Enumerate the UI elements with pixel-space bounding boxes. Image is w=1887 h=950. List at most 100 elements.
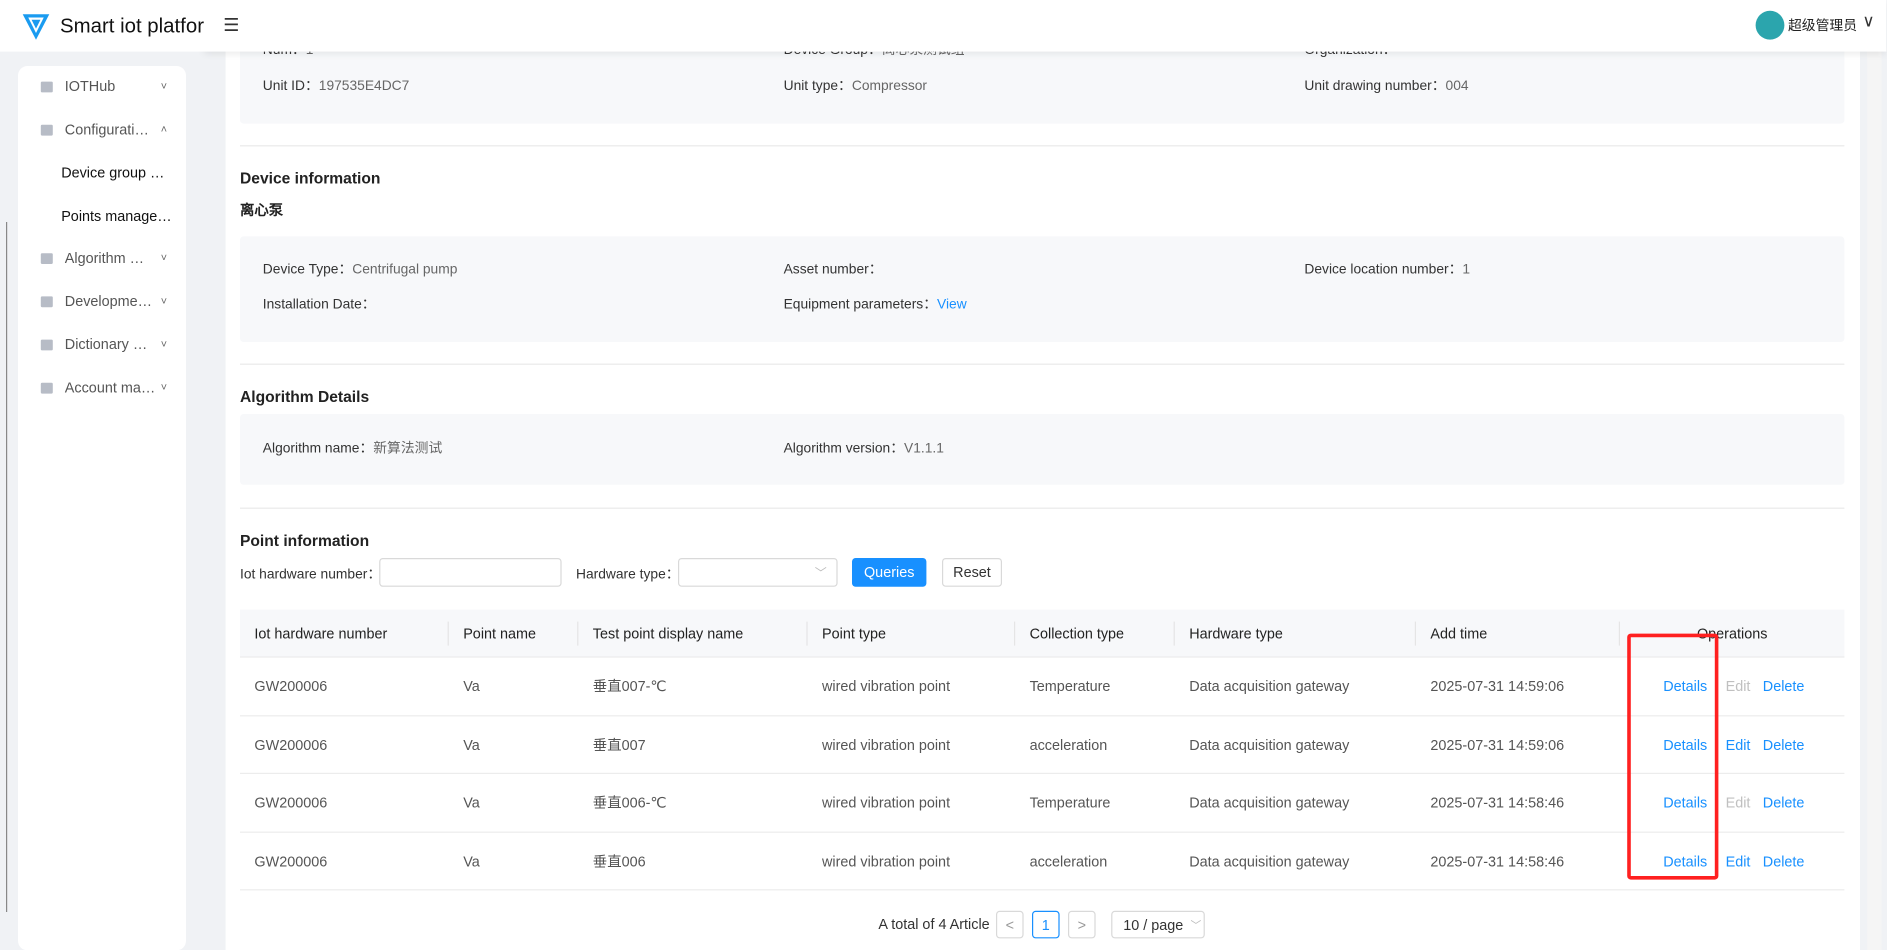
sidebar-item-account[interactable]: Account management ˅ bbox=[18, 370, 186, 406]
column-header: Collection type bbox=[1029, 625, 1125, 642]
hw-type-label: Hardware type： bbox=[576, 567, 680, 582]
cell-ctype: acceleration bbox=[1029, 736, 1108, 753]
divider bbox=[240, 507, 1845, 509]
cell-hw: GW200006 bbox=[254, 736, 328, 753]
chevron-down-icon: ˅ bbox=[160, 381, 168, 394]
algorithm-name: Algorithm name：新算法测试 bbox=[262, 441, 443, 457]
logo-icon bbox=[22, 13, 50, 40]
device-section-title: Device information bbox=[240, 169, 381, 188]
highlight-box bbox=[1627, 633, 1719, 880]
sidebar-subitem-device-group[interactable]: Device group management bbox=[61, 164, 176, 184]
sidebar-item-label: IOTHub bbox=[64, 78, 116, 95]
cell-ptype: wired vibration point bbox=[822, 678, 951, 695]
user-name[interactable]: 超级管理员 bbox=[1788, 16, 1857, 35]
top-header: ☰ 超级管理员 ∨ bbox=[204, 0, 1887, 52]
logo-area: Smart iot platform bbox=[0, 0, 204, 52]
cell-hw: GW200006 bbox=[254, 678, 328, 695]
edit-link[interactable]: Edit bbox=[1726, 716, 1751, 774]
equipment-parameters: Equipment parameters：View bbox=[783, 297, 967, 312]
cell-htype: Data acquisition gateway bbox=[1189, 678, 1350, 695]
chevron-down-icon: ﹀ bbox=[814, 567, 827, 581]
table-row: GW200006 Va 垂直007-℃ wired vibration point Te… bbox=[240, 658, 1845, 716]
cell-ctype: Temperature bbox=[1029, 678, 1111, 695]
prev-page-button[interactable]: < bbox=[996, 910, 1024, 939]
delete-link[interactable]: Delete bbox=[1763, 832, 1805, 890]
sidebar-subitem-label: Device group management bbox=[61, 164, 176, 182]
edit-link[interactable]: Edit bbox=[1726, 832, 1751, 890]
left-scrollbar[interactable] bbox=[6, 222, 8, 913]
reset-button[interactable]: Reset bbox=[942, 558, 1003, 587]
divider bbox=[240, 145, 1845, 147]
page-1-button[interactable]: 1 bbox=[1032, 910, 1060, 939]
chevron-down-icon: ˅ bbox=[160, 252, 168, 264]
algorithm-icon bbox=[40, 252, 53, 264]
delete-link[interactable]: Delete bbox=[1763, 716, 1805, 774]
chevron-down-icon: ˅ bbox=[160, 338, 168, 351]
column-header: Add time bbox=[1430, 625, 1488, 642]
asset-number: Asset number： bbox=[783, 262, 883, 278]
cell-time: 2025-07-31 14:58:46 bbox=[1430, 794, 1565, 812]
column-header: Point name bbox=[463, 625, 537, 642]
cell-name: Va bbox=[463, 678, 480, 695]
device-name: 离心泵 bbox=[240, 201, 284, 219]
development-icon bbox=[40, 295, 53, 307]
cell-name: Va bbox=[463, 852, 480, 870]
delete-link[interactable]: Delete bbox=[1763, 774, 1805, 832]
pagination-total: A total of 4 Article bbox=[878, 915, 990, 933]
column-header: Iot hardware number bbox=[254, 625, 388, 642]
hw-type-select[interactable]: ﹀ bbox=[678, 558, 838, 587]
table-row: GW200006 Va 垂直006 wired vibration point acce… bbox=[240, 832, 1845, 891]
cell-display: 垂直007-℃ bbox=[592, 678, 667, 695]
algorithm-info-box bbox=[240, 414, 1845, 485]
unit-type: Unit type：Compressor bbox=[783, 79, 928, 94]
config-icon bbox=[40, 124, 53, 135]
cell-name: Va bbox=[463, 736, 480, 753]
cell-ctype: Temperature bbox=[1029, 794, 1111, 812]
sidebar-item-development[interactable]: Development management ˅ bbox=[18, 283, 186, 319]
unit-drawing-number: Unit drawing number：004 bbox=[1304, 79, 1469, 94]
page-size-select[interactable]: 10 / page ﹀ bbox=[1111, 910, 1205, 939]
sidebar-item-label: Algorithm management bbox=[64, 249, 156, 267]
cell-htype: Data acquisition gateway bbox=[1189, 736, 1350, 753]
hw-number-input[interactable] bbox=[379, 558, 562, 587]
sidebar-item-iothub[interactable]: IOTHub ˅ bbox=[18, 68, 186, 104]
view-parameters-link[interactable]: View bbox=[937, 298, 967, 312]
book-icon bbox=[40, 339, 53, 350]
cell-ptype: wired vibration point bbox=[822, 794, 951, 812]
sidebar-item-configuration[interactable]: Configuration management ˄ bbox=[18, 112, 186, 148]
account-icon bbox=[40, 382, 53, 394]
hw-number-label: Iot hardware number： bbox=[240, 567, 382, 582]
device-type: Device Type：Centrifugal pump bbox=[262, 262, 458, 278]
points-section-title: Point information bbox=[240, 531, 370, 550]
delete-link[interactable]: Delete bbox=[1763, 658, 1805, 716]
cell-display: 垂直007 bbox=[592, 736, 646, 753]
table-row: GW200006 Va 垂直007 wired vibration point acce… bbox=[240, 716, 1845, 775]
menu-fold-icon[interactable]: ☰ bbox=[223, 14, 239, 36]
algorithm-section-title: Algorithm Details bbox=[240, 387, 370, 406]
cell-name: Va bbox=[463, 794, 480, 812]
queries-button[interactable]: Queries bbox=[852, 558, 927, 587]
sidebar-item-label: Configuration management bbox=[64, 121, 156, 138]
installation-date: Installation Date： bbox=[262, 297, 376, 312]
sidebar-item-dictionary[interactable]: Dictionary management ˅ bbox=[18, 326, 186, 362]
algorithm-version: Algorithm version：V1.1.1 bbox=[783, 441, 944, 457]
cell-ptype: wired vibration point bbox=[822, 736, 951, 753]
cell-hw: GW200006 bbox=[254, 794, 328, 812]
sidebar-subitem-points[interactable]: Points management bbox=[61, 208, 176, 228]
sidebar: IOTHub ˅ Configuration management ˄ Device… bbox=[18, 66, 186, 950]
chevron-down-icon: ﹀ bbox=[1190, 919, 1202, 932]
sidebar-item-algorithm[interactable]: Algorithm management ˅ bbox=[18, 240, 186, 276]
page-scrollbar[interactable] bbox=[1867, 0, 1882, 950]
cell-hw: GW200006 bbox=[254, 852, 328, 870]
chevron-down-icon[interactable]: ∨ bbox=[1862, 11, 1874, 31]
table-row: GW200006 Va 垂直006-℃ wired vibration point Te… bbox=[240, 774, 1845, 833]
cell-time: 2025-07-31 14:59:06 bbox=[1430, 736, 1565, 753]
divider bbox=[240, 363, 1845, 365]
next-page-button[interactable]: > bbox=[1068, 910, 1096, 939]
device-location-number: Device location number：1 bbox=[1304, 262, 1471, 278]
avatar[interactable] bbox=[1755, 10, 1785, 40]
edit-link: Edit bbox=[1725, 678, 1751, 695]
sidebar-item-label: Account management bbox=[64, 379, 156, 397]
page-size-value: 10 / page bbox=[1123, 916, 1184, 934]
unit-id: Unit ID：197535E4DC7 bbox=[262, 79, 410, 94]
